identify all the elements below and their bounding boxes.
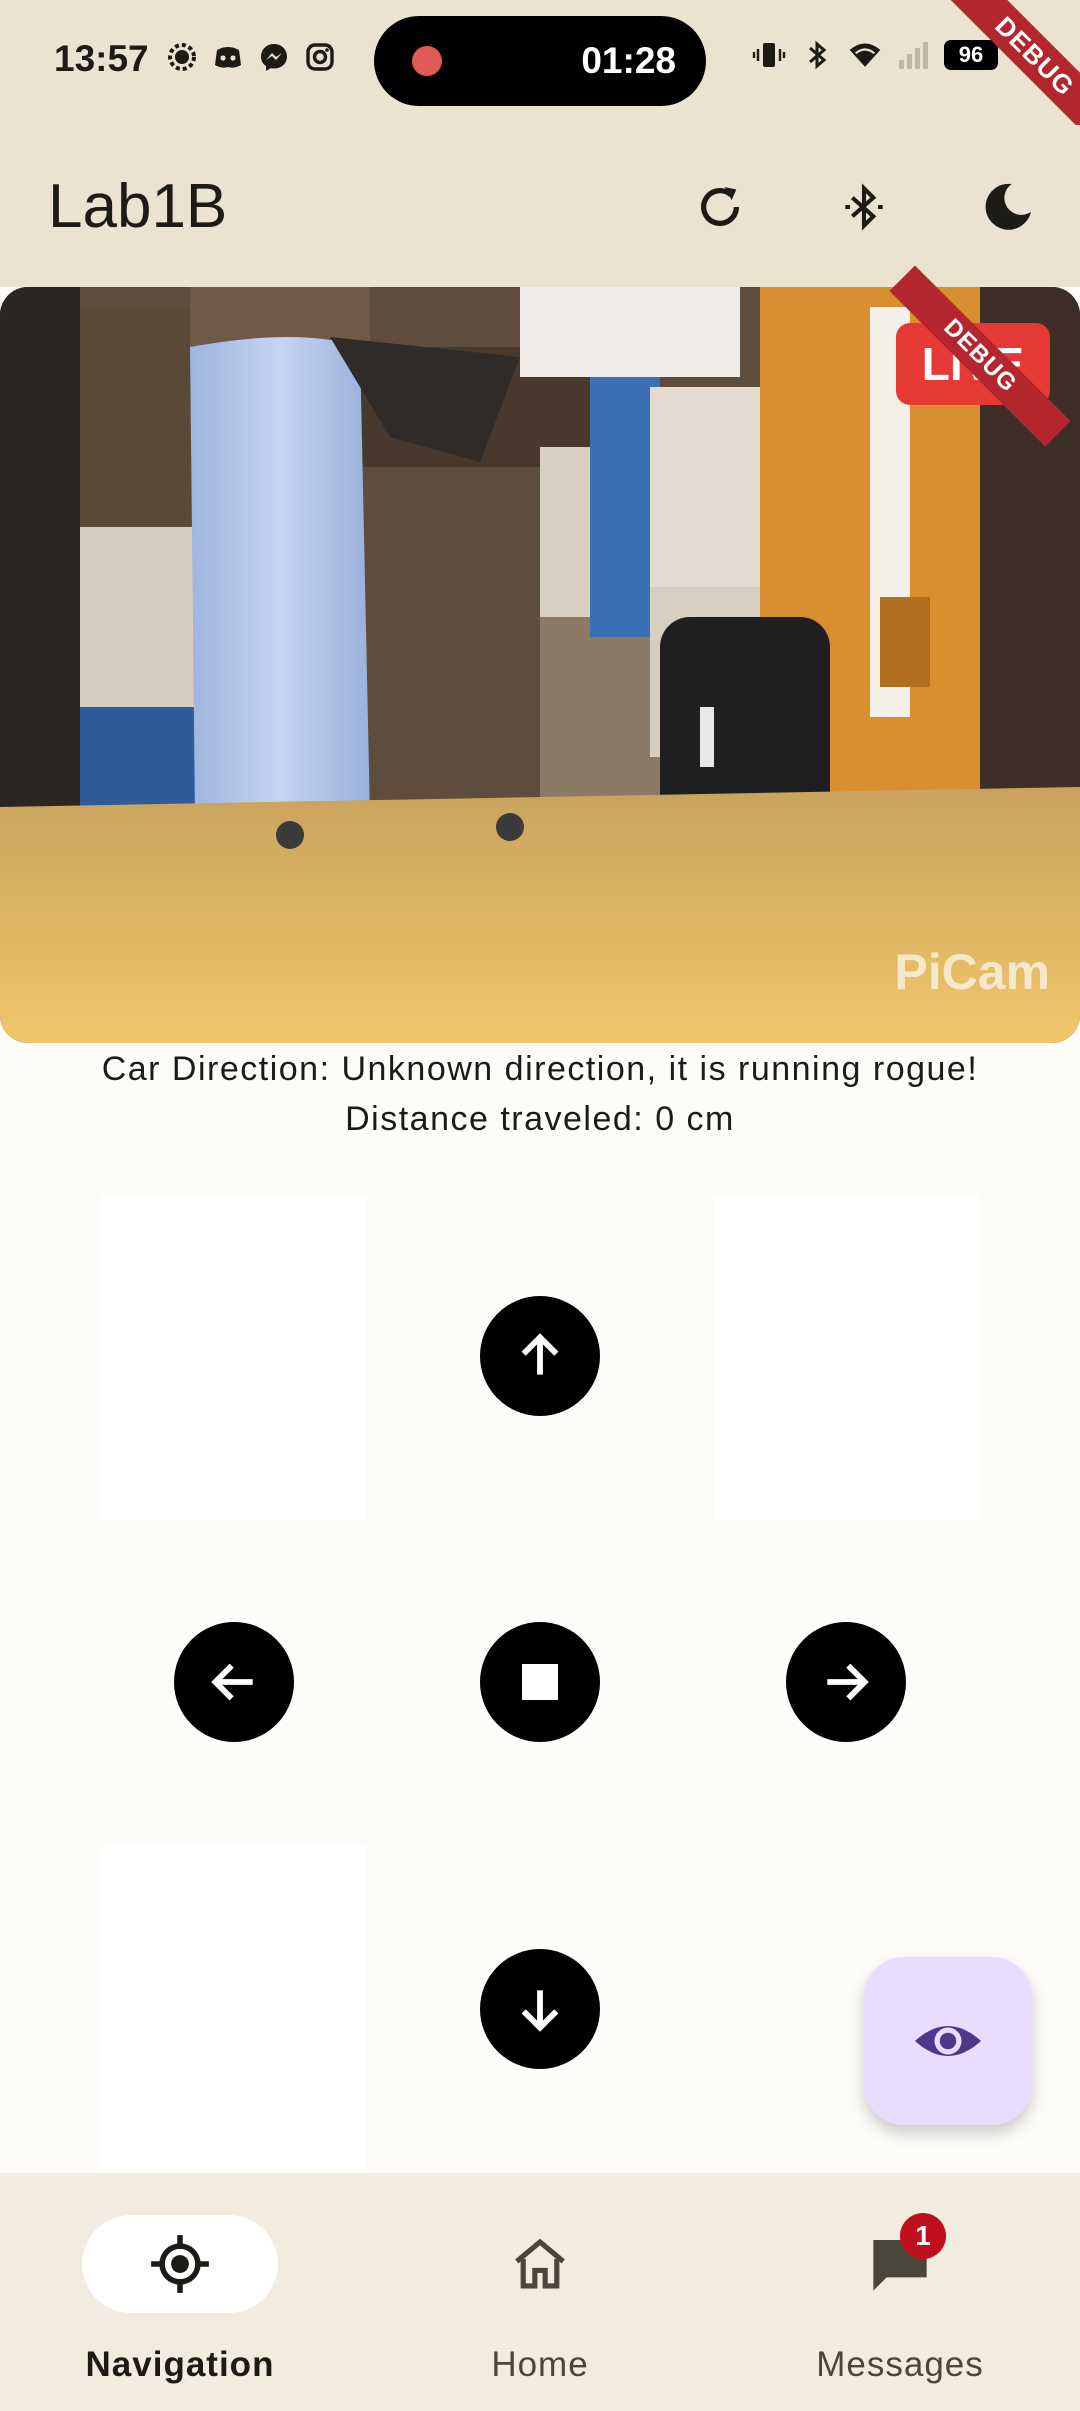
dark-mode-button[interactable]	[976, 175, 1040, 239]
arrow-up-icon	[521, 1333, 559, 1375]
bluetooth-button[interactable]	[832, 175, 896, 239]
grid-cell-empty	[100, 1195, 366, 1520]
gps-fixed-icon	[140, 2231, 220, 2297]
notification-icons	[165, 40, 337, 74]
status-time: 13:57	[54, 38, 149, 79]
app-bar: Lab1B	[0, 125, 1080, 287]
app-title: Lab1B	[48, 172, 228, 241]
nav-label-messages: Messages	[816, 2345, 984, 2384]
distance-text: Distance traveled: 0 cm	[345, 1100, 735, 1138]
refresh-button[interactable]	[688, 175, 752, 239]
wifi-icon	[848, 38, 882, 72]
arrow-left-icon	[211, 1663, 253, 1701]
view-fab-button[interactable]	[864, 1957, 1032, 2125]
vibrate-icon	[752, 38, 786, 72]
camera-source-label: PiCam	[894, 944, 1050, 1000]
right-button[interactable]	[786, 1622, 906, 1742]
cell-signal-icon	[896, 38, 930, 72]
backward-button[interactable]	[480, 1949, 600, 2069]
messenger-icon	[257, 40, 291, 74]
messages-badge: 1	[900, 2213, 946, 2259]
stop-icon	[522, 1664, 558, 1700]
forward-button[interactable]	[480, 1296, 600, 1416]
left-button[interactable]	[174, 1622, 294, 1742]
camera-feed: LIVE PiCam	[0, 287, 1080, 1043]
grid-cell-empty	[714, 1195, 980, 1520]
system-icons: 96	[752, 38, 998, 72]
grid-cell-empty	[100, 1845, 366, 2170]
signal-messenger-icon	[165, 40, 199, 74]
bluetooth-icon	[800, 38, 834, 72]
instagram-icon	[303, 40, 337, 74]
status-bar: 13:57 01:28 96	[0, 0, 1080, 125]
recording-timer: 01:28	[581, 40, 676, 81]
nav-label-navigation: Navigation	[85, 2345, 275, 2384]
eye-icon	[915, 2026, 981, 2056]
dark-mode-icon	[985, 183, 1031, 230]
discord-icon	[211, 40, 245, 74]
car-direction-text: Car Direction: Unknown direction, it is …	[101, 1050, 979, 1088]
recording-indicator[interactable]: 01:28	[374, 16, 706, 106]
nav-item-messages[interactable]: Messages	[720, 2173, 1080, 2411]
arrow-down-icon	[521, 1990, 559, 2032]
bottom-navigation: Navigation Home Messages	[0, 2173, 1080, 2411]
nav-item-home[interactable]: Home	[360, 2173, 720, 2411]
arrow-right-icon	[827, 1663, 869, 1701]
nav-item-navigation[interactable]: Navigation	[0, 2173, 360, 2411]
battery-icon: 96	[944, 40, 998, 70]
bluetooth-searching-icon	[845, 183, 883, 231]
home-icon	[500, 2231, 580, 2297]
nav-label-home: Home	[491, 2345, 589, 2384]
record-dot-icon	[412, 46, 442, 76]
stop-button[interactable]	[480, 1622, 600, 1742]
refresh-icon	[701, 187, 739, 226]
